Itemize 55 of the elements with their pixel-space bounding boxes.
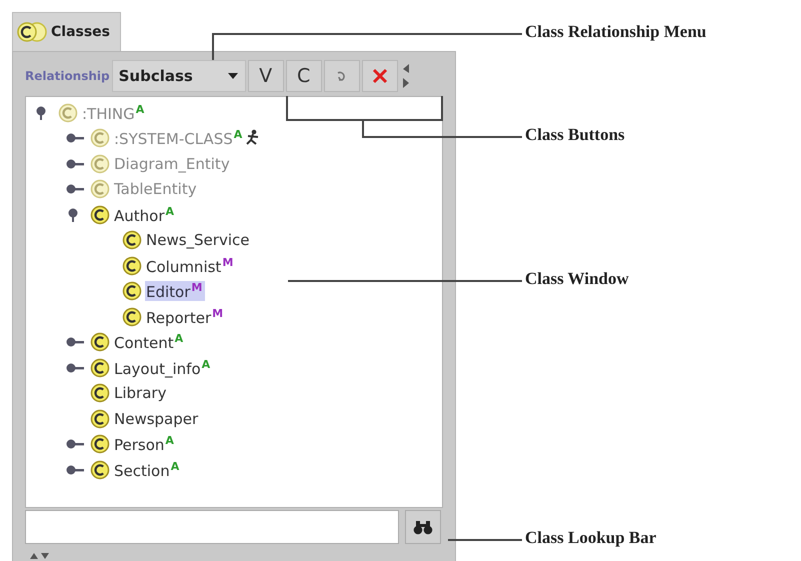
class-icon: [90, 179, 110, 200]
class-icon: [90, 460, 110, 480]
relationship-dropdown[interactable]: Subclass: [112, 60, 246, 92]
collapsed-node-icon[interactable]: [66, 156, 86, 171]
collapsed-node-icon[interactable]: [66, 360, 86, 375]
relationship-label: Relationship: [25, 69, 110, 83]
class-icon: [90, 383, 110, 404]
class-lookup-field[interactable]: [25, 510, 399, 544]
dropdown-arrow-icon: [226, 72, 239, 80]
class-name[interactable]: Columnist$^{M}$: [145, 256, 236, 276]
delete-button[interactable]: [362, 60, 398, 92]
class-icon: [90, 204, 110, 225]
close-icon: [372, 68, 388, 84]
class-icon: [122, 230, 142, 250]
scroll-arrows-icon[interactable]: [402, 62, 410, 90]
callout-label: Class Relationship Menu: [525, 22, 706, 42]
class-icon: [122, 306, 142, 327]
class-name[interactable]: Section$^{A}$: [113, 460, 182, 480]
class-name[interactable]: Author$^{A}$: [113, 204, 178, 225]
class-name[interactable]: :THING$^{A}$: [81, 102, 148, 123]
class-icon: [122, 281, 142, 302]
class-name[interactable]: :SYSTEM-CLASS$^{A}$: [113, 128, 246, 148]
class-name[interactable]: News_Service: [145, 231, 252, 250]
find-button[interactable]: [405, 510, 441, 544]
class-icon: [17, 22, 47, 42]
classes-tab[interactable]: Classes: [12, 12, 122, 51]
class-name[interactable]: Editor$^{M}$: [145, 281, 206, 302]
collapsed-node-icon[interactable]: [66, 182, 86, 196]
class-icon: [122, 256, 142, 276]
class-name[interactable]: TableEntity: [113, 180, 200, 198]
class-icon: [90, 358, 110, 378]
class-name[interactable]: Library: [113, 384, 170, 402]
binoculars-icon: [413, 519, 433, 535]
class-icon: [90, 434, 110, 454]
class-icon: [90, 408, 110, 429]
toolbar-button[interactable]: C: [286, 60, 322, 92]
collapsed-node-icon[interactable]: [66, 131, 86, 146]
class-icon: [58, 102, 78, 123]
class-icon: [90, 332, 110, 352]
class-name[interactable]: Newspaper: [113, 410, 202, 428]
class-name[interactable]: Reporter$^{M}$: [145, 306, 226, 327]
class-name[interactable]: Person$^{A}$: [113, 434, 177, 454]
class-icon: [90, 128, 110, 148]
callout-label: Class Buttons: [525, 125, 625, 145]
class-name[interactable]: Layout_info$^{A}$: [113, 358, 214, 378]
class-name[interactable]: Content$^{A}$: [113, 332, 186, 352]
class-icon: [90, 154, 110, 174]
callout-label: Class Lookup Bar: [525, 528, 656, 548]
collapsed-node-icon[interactable]: [66, 462, 86, 477]
collapsed-node-icon[interactable]: [66, 437, 86, 452]
callout-label: Class Window: [525, 269, 629, 289]
class-name[interactable]: Diagram_Entity: [113, 154, 233, 173]
collapsed-node-icon[interactable]: [66, 335, 86, 350]
sort-arrows-icon[interactable]: [29, 552, 51, 560]
toolbar-button[interactable]: V: [248, 60, 284, 92]
